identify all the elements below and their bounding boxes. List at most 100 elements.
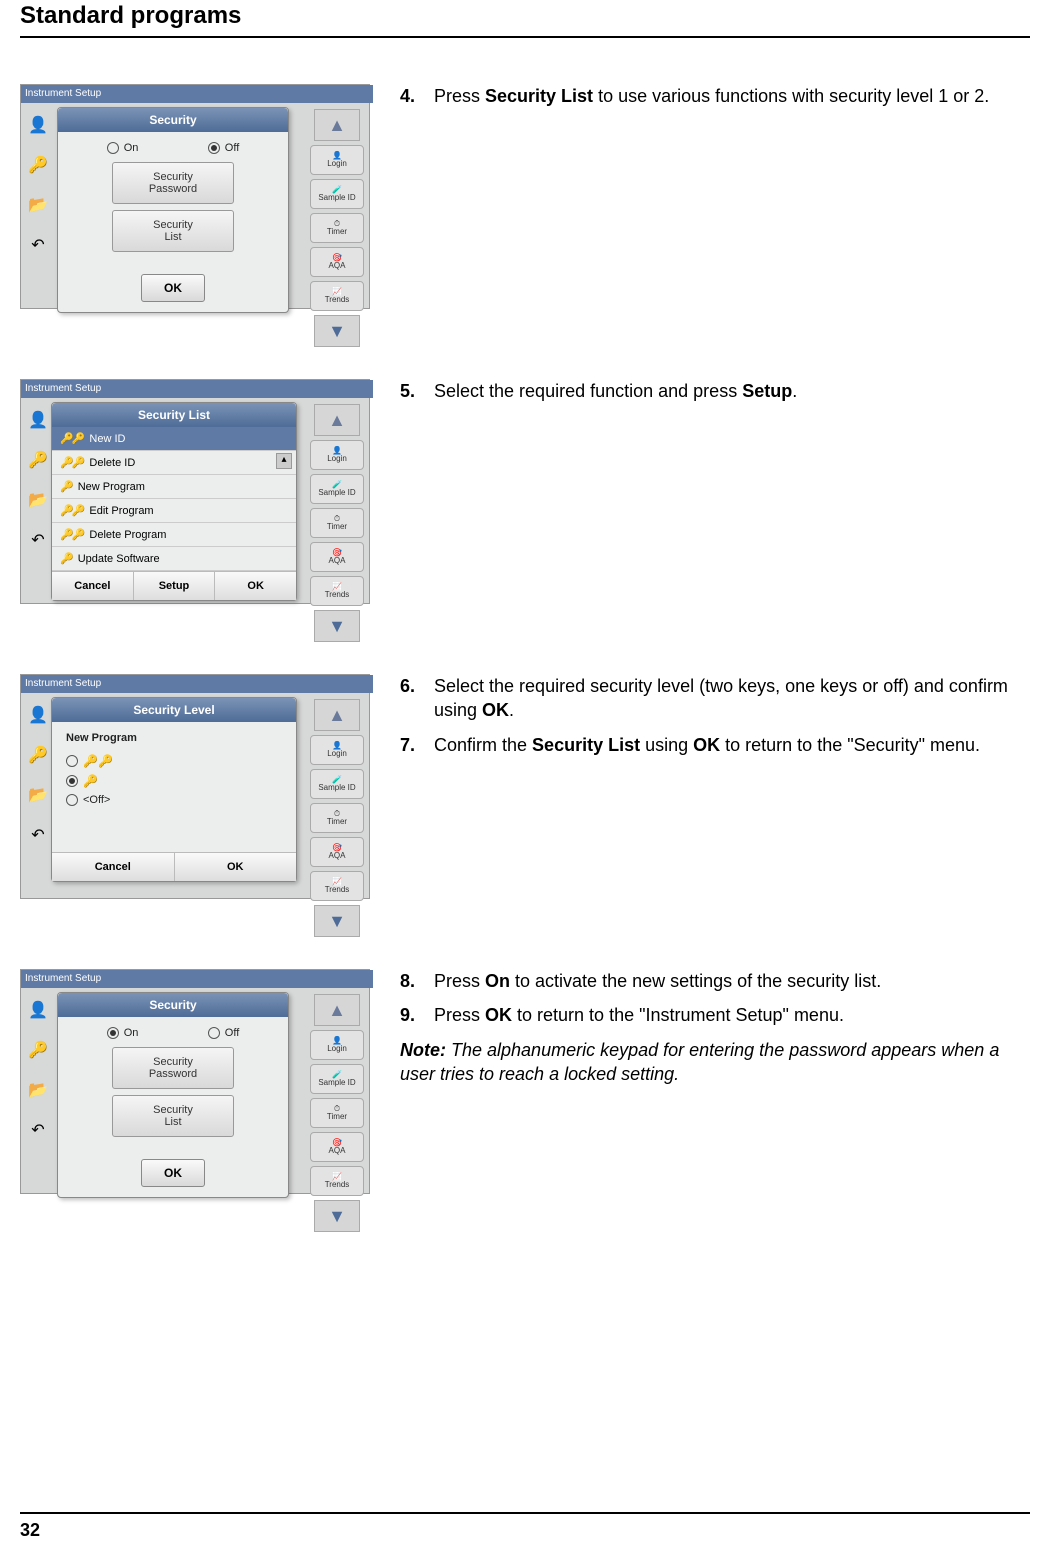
sampleid-button[interactable]: 🧪Sample ID <box>310 769 364 799</box>
list-item[interactable]: 🔑New Program <box>52 475 296 499</box>
window-title: Instrument Setup <box>21 85 373 103</box>
up-arrow-button[interactable]: ▲ <box>314 994 360 1026</box>
up-arrow-button[interactable]: ▲ <box>314 109 360 141</box>
two-keys-radio[interactable]: 🔑🔑 <box>66 754 282 768</box>
screenshot-security-off: Instrument Setup 👤 🔑 📂 ↶ ▲ 👤Login 🧪Sampl… <box>20 84 370 309</box>
list-item[interactable]: 🔑🔑Delete Program <box>52 523 296 547</box>
off-radio[interactable]: Off <box>208 142 239 154</box>
sampleid-button[interactable]: 🧪Sample ID <box>310 474 364 504</box>
list-item[interactable]: 🔑🔑New ID <box>52 427 296 451</box>
one-key-icon: 🔑 <box>83 774 98 788</box>
trends-button[interactable]: 📈Trends <box>310 576 364 606</box>
step-text: Select the required security level (two … <box>434 674 1030 723</box>
aqa-button[interactable]: 🎯AQA <box>310 247 364 277</box>
one-key-radio[interactable]: 🔑 <box>66 774 282 788</box>
window-title: Instrument Setup <box>21 970 373 988</box>
screenshot-security-level: Instrument Setup 👤 🔑 📂 ↶ ▲ 👤Login 🧪Sampl… <box>20 674 370 899</box>
two-keys-icon: 🔑🔑 <box>60 432 83 445</box>
two-keys-icon: 🔑🔑 <box>60 528 83 541</box>
step-number: 9. <box>400 1003 434 1027</box>
trends-button[interactable]: 📈Trends <box>310 1166 364 1196</box>
security-list-button[interactable]: SecurityList <box>112 210 234 252</box>
down-arrow-button[interactable]: ▼ <box>314 315 360 347</box>
aqa-button[interactable]: 🎯AQA <box>310 837 364 867</box>
two-keys-icon: 🔑🔑 <box>83 754 113 768</box>
down-arrow-button[interactable]: ▼ <box>314 905 360 937</box>
aqa-button[interactable]: 🎯AQA <box>310 542 364 572</box>
step-6-7-row: Instrument Setup 👤 🔑 📂 ↶ ▲ 👤Login 🧪Sampl… <box>20 674 1030 899</box>
back-icon: ↶ <box>31 825 44 845</box>
list-item[interactable]: 🔑🔑Edit Program <box>52 499 296 523</box>
cancel-button[interactable]: Cancel <box>52 572 134 600</box>
timer-button[interactable]: ⏱Timer <box>310 213 364 243</box>
up-arrow-button[interactable]: ▲ <box>314 404 360 436</box>
login-button[interactable]: 👤Login <box>310 145 364 175</box>
trends-button[interactable]: 📈Trends <box>310 871 364 901</box>
login-button[interactable]: 👤Login <box>310 735 364 765</box>
trends-button[interactable]: 📈Trends <box>310 281 364 311</box>
folder-icon: 📂 <box>28 195 48 215</box>
person-icon: 👤 <box>28 410 48 430</box>
ok-button[interactable]: OK <box>175 853 297 881</box>
key-icon: 🔑 <box>28 450 48 470</box>
folder-icon: 📂 <box>28 785 48 805</box>
on-radio[interactable]: On <box>107 142 139 154</box>
timer-button[interactable]: ⏱Timer <box>310 508 364 538</box>
setup-button[interactable]: Setup <box>134 572 216 600</box>
ok-button[interactable]: OK <box>215 572 296 600</box>
aqa-button[interactable]: 🎯AQA <box>310 1132 364 1162</box>
step-number: 5. <box>400 379 434 403</box>
left-sidebar: 👤 🔑 📂 ↶ <box>25 705 51 845</box>
person-icon: 👤 <box>28 705 48 725</box>
back-icon: ↶ <box>31 1120 44 1140</box>
off-radio[interactable]: <Off> <box>66 794 282 806</box>
login-button[interactable]: 👤Login <box>310 1030 364 1060</box>
off-radio[interactable]: Off <box>208 1027 239 1039</box>
step-4-row: Instrument Setup 👤 🔑 📂 ↶ ▲ 👤Login 🧪Sampl… <box>20 84 1030 309</box>
cancel-button[interactable]: Cancel <box>52 853 175 881</box>
security-dialog: Security On Off SecurityPassword Securit… <box>57 107 289 313</box>
timer-button[interactable]: ⏱Timer <box>310 1098 364 1128</box>
security-level-dialog: Security Level New Program 🔑🔑 🔑 <Off> Ca… <box>51 697 297 882</box>
back-icon: ↶ <box>31 530 44 550</box>
down-arrow-button[interactable]: ▼ <box>314 1200 360 1232</box>
security-dialog: Security On Off SecurityPassword Securit… <box>57 992 289 1198</box>
ok-button[interactable]: OK <box>141 1159 205 1187</box>
step-8-9-row: Instrument Setup 👤 🔑 📂 ↶ ▲ 👤Login 🧪Sampl… <box>20 969 1030 1194</box>
dialog-title: Security List <box>52 403 296 427</box>
level-caption: New Program <box>66 732 282 744</box>
one-key-icon: 🔑 <box>60 552 72 565</box>
right-sidebar: ▲ 👤Login 🧪Sample ID ⏱Timer 🎯AQA 📈Trends … <box>309 994 365 1232</box>
step-text: Press Security List to use various funct… <box>434 84 989 108</box>
timer-button[interactable]: ⏱Timer <box>310 803 364 833</box>
step-5-row: Instrument Setup 👤 🔑 📂 ↶ ▲ 👤Login 🧪Sampl… <box>20 379 1030 604</box>
security-list-button[interactable]: SecurityList <box>112 1095 234 1137</box>
sampleid-button[interactable]: 🧪Sample ID <box>310 1064 364 1094</box>
folder-icon: 📂 <box>28 1080 48 1100</box>
dialog-title: Security Level <box>52 698 296 722</box>
left-sidebar: 👤 🔑 📂 ↶ <box>25 1000 51 1140</box>
down-arrow-button[interactable]: ▼ <box>314 610 360 642</box>
left-sidebar: 👤 🔑 📂 ↶ <box>25 410 51 550</box>
up-arrow-button[interactable]: ▲ <box>314 699 360 731</box>
two-keys-icon: 🔑🔑 <box>60 456 83 469</box>
security-password-button[interactable]: SecurityPassword <box>112 1047 234 1089</box>
list-item[interactable]: 🔑Update Software <box>52 547 296 571</box>
key-icon: 🔑 <box>28 745 48 765</box>
step-text: Select the required function and press S… <box>434 379 797 403</box>
page-header: Standard programs <box>20 0 1030 38</box>
key-icon: 🔑 <box>28 155 48 175</box>
on-radio[interactable]: On <box>107 1027 139 1039</box>
login-button[interactable]: 👤Login <box>310 440 364 470</box>
step-number: 8. <box>400 969 434 993</box>
scroll-up-icon[interactable]: ▴ <box>276 453 292 469</box>
ok-button[interactable]: OK <box>141 274 205 302</box>
security-password-button[interactable]: SecurityPassword <box>112 162 234 204</box>
folder-icon: 📂 <box>28 490 48 510</box>
list-item[interactable]: 🔑🔑Delete ID <box>52 451 296 475</box>
sampleid-button[interactable]: 🧪Sample ID <box>310 179 364 209</box>
note-text: Note: The alphanumeric keypad for enteri… <box>400 1038 1030 1087</box>
step-text: Confirm the Security List using OK to re… <box>434 733 980 757</box>
step-number: 4. <box>400 84 434 108</box>
back-icon: ↶ <box>31 235 44 255</box>
